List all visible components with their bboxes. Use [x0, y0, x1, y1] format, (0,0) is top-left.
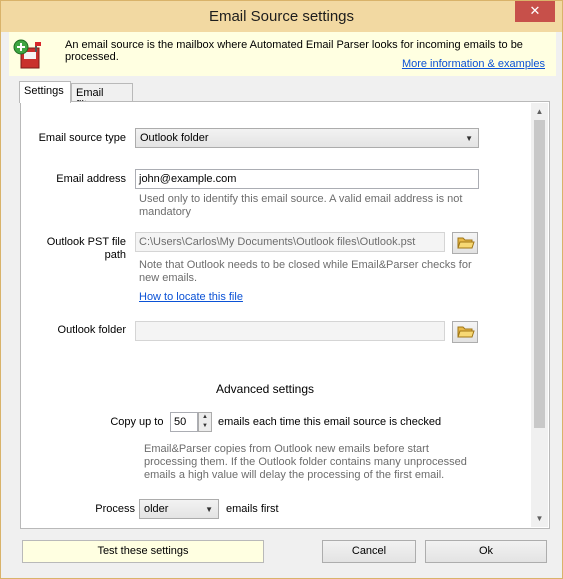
vertical-scrollbar[interactable]: ▲ ▼	[531, 103, 548, 527]
ok-button[interactable]: Ok	[425, 540, 547, 563]
tab-settings[interactable]: Settings	[19, 81, 71, 103]
email-source-settings-window: Email Source settings ✕ An email source …	[0, 0, 563, 579]
arrow-up-icon[interactable]: ▲	[199, 413, 211, 422]
scroll-thumb[interactable]	[534, 120, 545, 428]
email-address-note: Used only to identify this email source.…	[139, 193, 463, 218]
arrow-down-icon[interactable]: ▼	[199, 422, 211, 431]
source-type-select[interactable]: Outlook folder ▼	[135, 128, 479, 148]
more-info-link[interactable]: More information & examples	[402, 58, 545, 70]
pst-path-input[interactable]: C:\Users\Carlos\My Documents\Outlook fil…	[135, 232, 445, 252]
mailbox-add-icon	[13, 38, 43, 70]
copy-count-stepper[interactable]: ▲ ▼	[198, 412, 212, 432]
process-label: Process	[95, 503, 135, 515]
pst-path-label: Outlook PST file path	[46, 236, 126, 261]
tab-email-filters[interactable]: Email filters	[71, 83, 133, 111]
folder-open-icon	[457, 326, 475, 338]
outlook-folder-input[interactable]	[135, 321, 445, 341]
test-settings-button[interactable]: Test these settings	[22, 540, 264, 563]
advanced-settings-heading: Advanced settings	[215, 382, 315, 396]
email-address-input[interactable]: john@example.com	[135, 169, 479, 189]
title-bar[interactable]: Email Source settings ✕	[1, 1, 562, 32]
pst-path-note: Note that Outlook needs to be closed whi…	[139, 259, 472, 284]
outlook-folder-label: Outlook folder	[57, 324, 126, 336]
copy-label: Copy	[110, 416, 136, 428]
source-type-value: Outlook folder	[140, 132, 209, 144]
scroll-down-icon[interactable]: ▼	[531, 510, 548, 527]
window-title: Email Source settings	[208, 8, 355, 25]
cancel-button[interactable]: Cancel	[322, 540, 416, 563]
copy-prefix: up to	[139, 416, 164, 428]
email-address-label: Email address	[56, 173, 126, 185]
chevron-down-icon: ▼	[205, 505, 213, 514]
copy-note: Email&Parser copies from Outlook new ema…	[144, 443, 467, 481]
process-suffix: emails first	[226, 503, 279, 515]
process-order-select[interactable]: older ▼	[139, 499, 219, 519]
copy-count-input[interactable]: 50	[170, 412, 198, 432]
info-banner: An email source is the mailbox where Aut…	[9, 32, 556, 76]
close-button[interactable]: ✕	[515, 1, 555, 22]
browse-pst-button[interactable]	[452, 232, 478, 254]
source-type-label: Email source type	[38, 132, 126, 144]
browse-folder-button[interactable]	[452, 321, 478, 343]
folder-open-icon	[457, 237, 475, 249]
settings-panel: Email source type Outlook folder ▼ Email…	[20, 101, 550, 529]
locate-file-link[interactable]: How to locate this file	[139, 291, 243, 303]
scroll-up-icon[interactable]: ▲	[531, 103, 548, 120]
chevron-down-icon: ▼	[465, 134, 473, 143]
process-order-value: older	[144, 503, 169, 515]
copy-suffix: emails each time this email source is ch…	[218, 416, 442, 428]
